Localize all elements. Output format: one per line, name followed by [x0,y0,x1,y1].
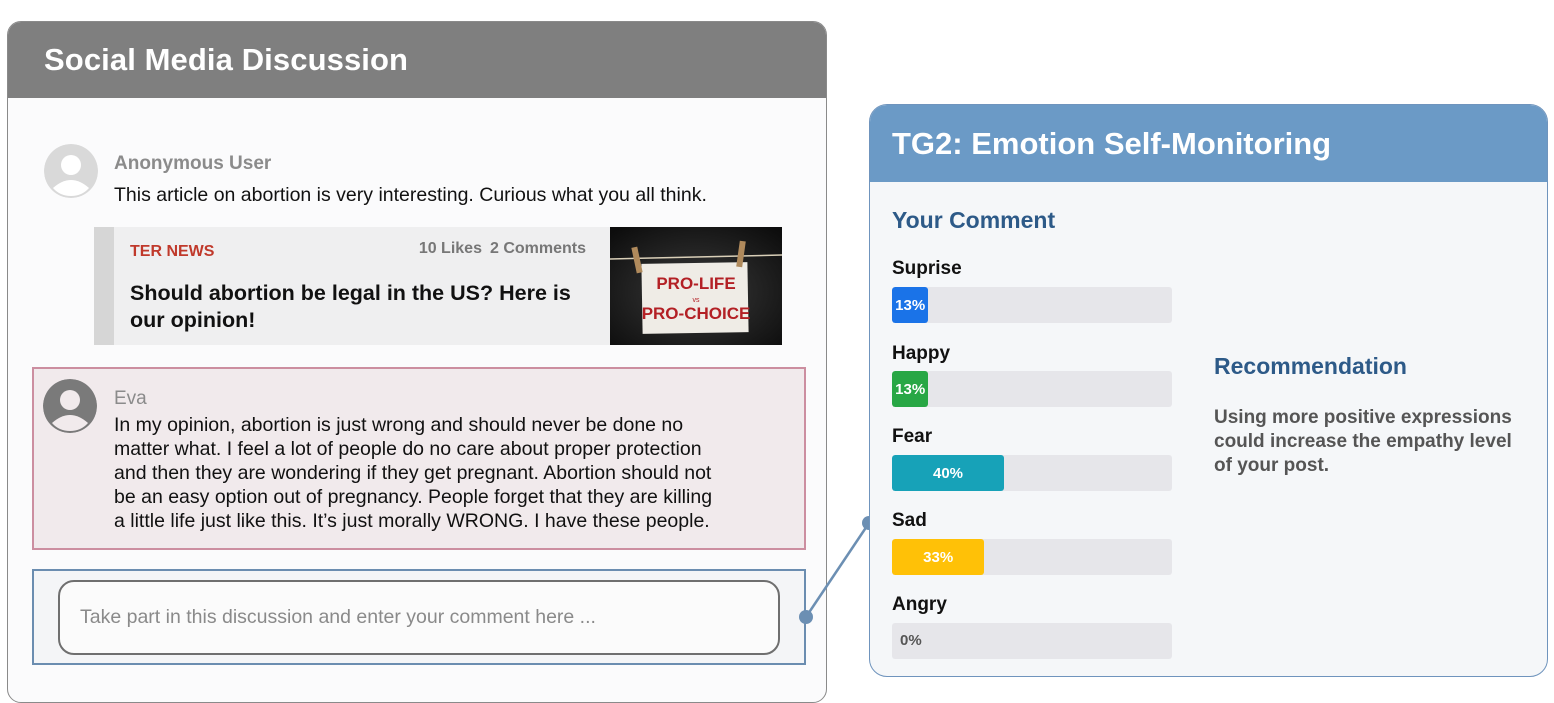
image-text-vs: vs [693,297,701,304]
emotion-bar-fill: 33% [892,539,985,575]
comment-input[interactable]: Take part in this discussion and enter y… [58,580,780,655]
emotion-bar-fill: 40% [892,455,1004,491]
monitor-header: TG2: Emotion Self-Monitoring [870,105,1547,182]
comment-line: be an easy option out of pregnancy. Peop… [114,486,713,508]
post-username[interactable]: Anonymous User [114,153,271,175]
emotion-label: Suprise [892,258,962,279]
monitor-title: TG2: Emotion Self-Monitoring [892,125,1332,161]
recommendation-title: Recommendation [1214,353,1407,379]
comment-text: In my opinion, abortion is just wrong an… [114,413,794,533]
your-comment-title: Your Comment [892,207,1056,233]
likes-count: 10 Likes [418,240,482,257]
avatar-icon[interactable] [44,144,98,198]
emotion-percent: 0% [900,632,922,649]
article-source: TER NEWS [130,243,215,260]
emotion-bar: 40% [892,455,1172,491]
emotion-label: Happy [892,343,951,364]
emotion-bar-fill: 13% [892,287,929,323]
comments-count: 2 Comments [489,240,586,257]
eva-avatar-icon[interactable] [43,379,97,433]
article-title[interactable]: Should abortion be legal in the US? Here… [130,280,600,334]
emotion-bar: 0% [892,623,1172,659]
emotion-label: Fear [892,426,933,447]
emotion-label: Angry [892,594,947,615]
article-card[interactable]: TER NEWS 10 Likes 2 Comments Should abort… [94,227,782,345]
comment-line: In my opinion, abortion is just wrong an… [114,414,684,436]
article-stats: 10 Likes 2 Comments [419,240,586,258]
emotion-bar-fill: 13% [892,371,929,407]
emotion-bar: 13% [892,287,1172,323]
recommendation-text: Using more positive expressions could in… [1214,407,1512,476]
emotion-bar: 13% [892,371,1172,407]
comment-line: a little life just like this. It’s just … [114,510,710,532]
emotion-monitor-panel: TG2: Emotion Self-Monitoring Your Commen… [869,104,1548,677]
article-thumbnail[interactable]: PRO-LIFE vs PRO-CHOICE [610,227,782,345]
comment-input-area: Take part in this discussion and enter y… [32,569,806,665]
image-text-top: PRO-LIFE [656,274,735,293]
image-text-bottom: PRO-CHOICE [642,304,751,323]
highlighted-comment: Eva In my opinion, abortion is just wron… [32,367,806,550]
post-text: This article on abortion is very interes… [114,184,707,206]
emotion-label: Sad [892,510,927,531]
discussion-header: Social Media Discussion [8,22,826,98]
comment-line: matter what. I feel a lot of people do n… [114,438,702,460]
discussion-panel: Social Media Discussion Anonymous User T… [7,21,827,703]
comment-line: and then they are wondering if they get … [114,462,712,484]
discussion-title: Social Media Discussion [44,42,409,77]
emotion-bar: 33% [892,539,1172,575]
comment-username[interactable]: Eva [114,388,147,410]
